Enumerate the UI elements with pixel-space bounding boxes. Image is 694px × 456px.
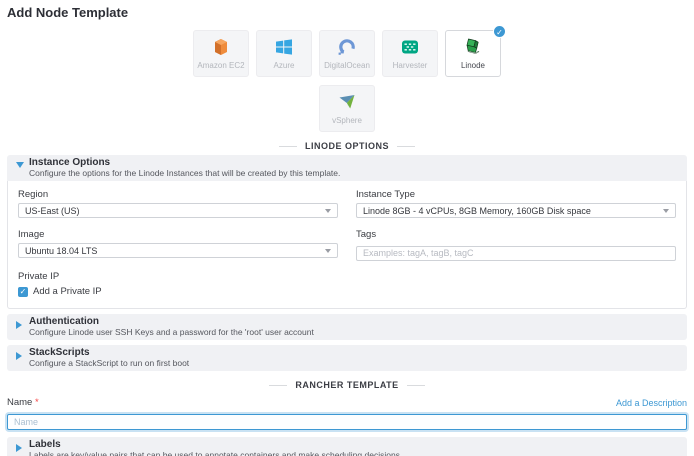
chevron-right-icon bbox=[16, 352, 22, 360]
accordion-subtitle: Configure a StackScript to run on first … bbox=[29, 358, 679, 368]
instance-type-select-value: Linode 8GB - 4 vCPUs, 8GB Memory, 160GB … bbox=[363, 206, 591, 216]
chevron-down-icon bbox=[325, 249, 331, 253]
stackscripts-accordion: StackScripts Configure a StackScript to … bbox=[7, 345, 687, 371]
provider-tile-label: Amazon EC2 bbox=[197, 61, 244, 70]
name-label-text: Name bbox=[7, 397, 32, 408]
chevron-right-icon bbox=[16, 444, 22, 452]
provider-tile-label: vSphere bbox=[332, 116, 362, 125]
provider-tile-label: Harvester bbox=[393, 61, 428, 70]
accordion-subtitle: Configure Linode user SSH Keys and a pas… bbox=[29, 327, 679, 337]
accordion-subtitle: Configure the options for the Linode Ins… bbox=[29, 168, 679, 178]
provider-options-section-header: LINODE OPTIONS bbox=[7, 141, 687, 151]
instance-type-label: Instance Type bbox=[356, 189, 676, 200]
tags-input[interactable] bbox=[356, 246, 676, 261]
page-title: Add Node Template bbox=[7, 5, 687, 20]
harvester-icon bbox=[400, 37, 420, 57]
rancher-template-section-title: RANCHER TEMPLATE bbox=[295, 380, 398, 390]
provider-tiles-row-1: Amazon EC2 Azure DigitalOcean Harvester … bbox=[7, 30, 687, 77]
tags-field: Tags bbox=[356, 229, 676, 261]
linode-icon bbox=[463, 37, 483, 57]
labels-accordion: Labels Labels are key/value pairs that c… bbox=[7, 437, 687, 456]
provider-tile-vsphere[interactable]: vSphere bbox=[319, 85, 375, 132]
image-field: Image Ubuntu 18.04 LTS bbox=[18, 229, 338, 261]
authentication-accordion: Authentication Configure Linode user SSH… bbox=[7, 314, 687, 340]
provider-tile-label: Linode bbox=[461, 61, 485, 70]
amazon-ec2-icon bbox=[211, 37, 231, 57]
private-ip-label: Private IP bbox=[18, 271, 676, 282]
provider-tile-linode[interactable]: ✓ Linode bbox=[445, 30, 501, 77]
labels-accordion-header[interactable]: Labels Labels are key/value pairs that c… bbox=[7, 437, 687, 456]
name-label: Name * bbox=[7, 397, 39, 408]
provider-tile-label: Azure bbox=[274, 61, 295, 70]
instance-options-body: Region US-East (US) Instance Type Linode… bbox=[7, 181, 687, 309]
rancher-template-section-header: RANCHER TEMPLATE bbox=[7, 380, 687, 390]
accordion-title: StackScripts bbox=[29, 347, 679, 358]
chevron-down-icon bbox=[325, 209, 331, 213]
azure-icon bbox=[274, 37, 294, 57]
accordion-title: Labels bbox=[29, 439, 679, 450]
region-label: Region bbox=[18, 189, 338, 200]
provider-tile-digitalocean[interactable]: DigitalOcean bbox=[319, 30, 375, 77]
name-row: Name * Add a Description bbox=[7, 397, 687, 408]
provider-tile-azure[interactable]: Azure bbox=[256, 30, 312, 77]
provider-tile-amazon-ec2[interactable]: Amazon EC2 bbox=[193, 30, 249, 77]
instance-type-field: Instance Type Linode 8GB - 4 vCPUs, 8GB … bbox=[356, 189, 676, 218]
accordion-subtitle: Labels are key/value pairs that can be u… bbox=[29, 450, 679, 456]
region-select-value: US-East (US) bbox=[25, 206, 80, 216]
instance-options-accordion-header[interactable]: Instance Options Configure the options f… bbox=[7, 155, 687, 181]
image-select-value: Ubuntu 18.04 LTS bbox=[25, 246, 97, 256]
accordion-title: Instance Options bbox=[29, 157, 679, 168]
instance-options-accordion: Instance Options Configure the options f… bbox=[7, 155, 687, 309]
chevron-down-icon bbox=[663, 209, 669, 213]
private-ip-checkbox-row[interactable]: Add a Private IP bbox=[18, 286, 676, 297]
checkbox-checked-icon[interactable] bbox=[18, 287, 28, 297]
authentication-accordion-header[interactable]: Authentication Configure Linode user SSH… bbox=[7, 314, 687, 340]
provider-tile-label: DigitalOcean bbox=[324, 61, 370, 70]
check-icon: ✓ bbox=[493, 25, 506, 38]
private-ip-field: Private IP Add a Private IP bbox=[18, 271, 676, 297]
provider-tile-harvester[interactable]: Harvester bbox=[382, 30, 438, 77]
accordion-title: Authentication bbox=[29, 316, 679, 327]
provider-options-section-title: LINODE OPTIONS bbox=[305, 141, 389, 151]
chevron-right-icon bbox=[16, 321, 22, 329]
tags-label: Tags bbox=[356, 229, 676, 240]
instance-type-select[interactable]: Linode 8GB - 4 vCPUs, 8GB Memory, 160GB … bbox=[356, 203, 676, 218]
private-ip-checkbox-label: Add a Private IP bbox=[33, 286, 102, 297]
region-select[interactable]: US-East (US) bbox=[18, 203, 338, 218]
add-node-template-page: Add Node Template Amazon EC2 Azure Digit… bbox=[0, 0, 694, 456]
required-marker: * bbox=[35, 397, 39, 408]
vsphere-icon bbox=[337, 92, 357, 112]
add-description-link[interactable]: Add a Description bbox=[616, 398, 687, 408]
region-field: Region US-East (US) bbox=[18, 189, 338, 218]
chevron-down-icon bbox=[16, 162, 24, 168]
provider-tiles-row-2: vSphere bbox=[7, 85, 687, 132]
image-select[interactable]: Ubuntu 18.04 LTS bbox=[18, 243, 338, 258]
name-input[interactable] bbox=[7, 414, 687, 430]
image-label: Image bbox=[18, 229, 338, 240]
stackscripts-accordion-header[interactable]: StackScripts Configure a StackScript to … bbox=[7, 345, 687, 371]
digitalocean-icon bbox=[337, 37, 357, 57]
